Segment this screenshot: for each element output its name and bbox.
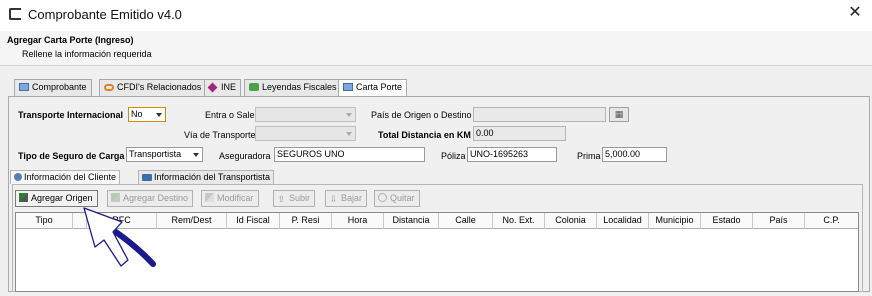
total-distancia-field[interactable]: 0.00 — [473, 126, 566, 141]
tipo-seguro-label: Tipo de Seguro de Carga — [18, 151, 125, 161]
via-transporte-label: Vía de Transporte — [184, 130, 256, 140]
chevron-down-icon — [346, 113, 352, 117]
chevron-down-icon — [346, 132, 352, 136]
tab-ine[interactable]: INE — [204, 79, 242, 96]
addresses-table[interactable]: Tipo RFC Rem/Dest Id Fiscal P. Resi Hora… — [15, 212, 859, 292]
tab-informacion-cliente[interactable]: Información del Cliente — [10, 170, 121, 184]
quitar-button[interactable]: Quitar — [374, 190, 420, 207]
button-label: Modificar — [217, 193, 254, 203]
select-value: Transportista — [129, 149, 182, 159]
tab-informacion-transportista[interactable]: Información del Transportista — [138, 170, 275, 184]
close-icon[interactable]: ✕ — [846, 4, 864, 22]
button-label: Agregar Origen — [31, 193, 93, 203]
agregar-origen-button[interactable]: Agregar Origen — [15, 190, 98, 207]
column-header[interactable]: RFC — [87, 213, 157, 229]
pencil-icon — [205, 193, 214, 202]
column-header[interactable]: Colonia — [545, 213, 597, 229]
agregar-destino-button[interactable]: Agregar Destino — [107, 190, 194, 207]
tab-cfdis-relacionados[interactable]: CFDI's Relacionados — [99, 79, 207, 96]
title-bar: Comprobante Emitido v4.0 ✕ — [0, 0, 872, 31]
column-header[interactable]: Estado — [701, 213, 753, 229]
tab-label: Carta Porte — [356, 82, 403, 92]
button-label: Quitar — [390, 193, 415, 203]
tab-leyendas-fiscales[interactable]: Leyendas Fiscales — [244, 79, 342, 96]
button-label: Agregar Destino — [123, 193, 189, 203]
dialog-title: Agregar Carta Porte (Ingreso) — [7, 35, 134, 45]
column-header-spacer — [73, 213, 87, 229]
column-header[interactable]: Tipo — [16, 213, 73, 229]
entra-sale-select[interactable] — [255, 107, 356, 122]
arrow-up-icon: ⇧ — [277, 194, 286, 204]
pais-field[interactable] — [473, 107, 606, 122]
total-distancia-label: Total Distancia en KM — [378, 130, 471, 140]
pais-label: País de Origen o Destino — [371, 110, 472, 120]
link-icon — [104, 84, 114, 91]
aseguradora-field[interactable]: SEGUROS UNO — [274, 147, 425, 162]
tab-label: Información del Cliente — [24, 172, 117, 182]
button-label: Subir — [289, 193, 311, 203]
note-icon — [249, 83, 259, 91]
column-header[interactable]: C.P. — [805, 213, 858, 229]
tab-label: Información del Transportista — [154, 172, 271, 182]
document-icon — [19, 83, 29, 91]
tab-label: Comprobante — [32, 82, 87, 92]
dialog-subtitle: Rellene la información requerida — [22, 49, 152, 59]
aseguradora-label: Aseguradora — [219, 151, 271, 161]
modificar-button[interactable]: Modificar — [201, 190, 259, 207]
remove-icon — [378, 193, 387, 202]
tab-label: CFDI's Relacionados — [117, 82, 202, 92]
user-icon — [14, 173, 22, 181]
chevron-down-icon — [156, 113, 162, 117]
bajar-button[interactable]: ⇩ Bajar — [325, 190, 368, 207]
tab-comprobante[interactable]: Comprobante — [14, 79, 92, 96]
poliza-field[interactable]: UNO-1695263 — [467, 147, 557, 162]
diamond-icon — [207, 82, 218, 93]
column-header[interactable]: Municipio — [649, 213, 701, 229]
column-header[interactable]: Distancia — [384, 213, 439, 229]
window-title: Comprobante Emitido v4.0 — [28, 7, 182, 22]
column-header[interactable]: Hora — [332, 213, 384, 229]
tipo-seguro-select[interactable]: Transportista — [126, 147, 203, 162]
truck-icon — [142, 174, 152, 181]
tab-label: INE — [221, 82, 237, 92]
poliza-label: Póliza — [441, 151, 466, 161]
column-header[interactable]: P. Resi — [280, 213, 332, 229]
transporte-internacional-select[interactable]: No — [128, 107, 166, 122]
chevron-down-icon — [193, 153, 199, 157]
document-icon — [343, 83, 353, 91]
via-transporte-select[interactable] — [255, 126, 356, 141]
column-header[interactable]: Localidad — [597, 213, 649, 229]
column-header[interactable]: País — [753, 213, 805, 229]
table-header: Tipo RFC Rem/Dest Id Fiscal P. Resi Hora… — [16, 213, 858, 229]
prima-field[interactable]: 5,000.00 — [602, 147, 667, 162]
column-header[interactable]: Id Fiscal — [227, 213, 280, 229]
prima-label: Prima — [577, 151, 601, 161]
app-icon — [9, 8, 21, 20]
arrow-down-icon: ⇩ — [329, 194, 338, 204]
column-header[interactable]: Calle — [439, 213, 493, 229]
tab-carta-porte[interactable]: Carta Porte — [338, 79, 408, 97]
edit-icon — [111, 193, 120, 202]
button-label: Bajar — [341, 193, 363, 203]
edit-icon — [19, 193, 28, 202]
subir-button[interactable]: ⇧ Subir — [273, 190, 316, 207]
calendar-icon[interactable]: ▦ — [609, 107, 629, 122]
entra-sale-label: Entra o Sale — [205, 110, 255, 120]
transporte-internacional-label: Transporte Internacional — [18, 110, 124, 120]
tab-label: Leyendas Fiscales — [262, 82, 337, 92]
select-value: No — [131, 109, 143, 119]
column-header[interactable]: No. Ext. — [493, 213, 545, 229]
column-header[interactable]: Rem/Dest — [157, 213, 227, 229]
dialog-header: Agregar Carta Porte (Ingreso) Rellene la… — [0, 31, 872, 66]
